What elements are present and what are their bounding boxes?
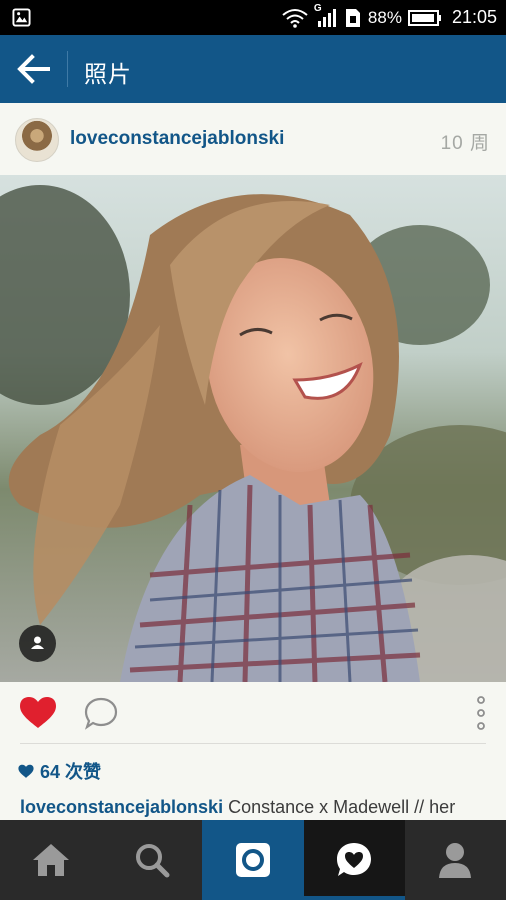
signal-icon: G	[314, 3, 338, 29]
post-header: loveconstancejablonski 10 周	[0, 103, 506, 175]
header-divider	[67, 51, 68, 87]
page-title: 照片	[84, 61, 132, 87]
app-header: 照片	[0, 35, 506, 103]
search-icon	[135, 844, 170, 878]
caption-username[interactable]: loveconstancejablonski	[20, 797, 223, 817]
sim-icon	[345, 8, 360, 27]
post-actions	[0, 682, 506, 744]
likes-label: 64 次赞	[40, 762, 102, 782]
clock: 21:05	[451, 7, 497, 27]
like-heart-icon[interactable]	[19, 696, 57, 730]
wifi-icon	[282, 8, 308, 28]
caption-text: Constance x Madewell // her	[223, 797, 456, 817]
activity-icon	[337, 843, 372, 876]
avatar[interactable]	[15, 118, 59, 162]
tagged-people-button[interactable]	[19, 625, 56, 662]
bottom-nav	[0, 820, 506, 900]
nav-profile[interactable]	[405, 820, 506, 900]
comment-bubble-icon[interactable]	[83, 696, 119, 730]
nav-search[interactable]	[101, 820, 202, 900]
battery-percent: 88%	[367, 7, 402, 27]
app-screen: G 88% 21:05 照片 loveconstancejablonski 10…	[0, 0, 506, 900]
battery-icon	[407, 9, 441, 26]
nav-camera[interactable]	[202, 820, 304, 900]
home-icon	[32, 844, 69, 876]
more-options-icon[interactable]	[470, 694, 492, 732]
likes-count[interactable]: 64 次赞	[18, 758, 101, 784]
nav-home[interactable]	[0, 820, 101, 900]
small-heart-icon	[18, 764, 34, 778]
post-time: 10 周	[440, 133, 490, 154]
camera-icon	[235, 843, 270, 877]
post-username[interactable]: loveconstancejablonski	[70, 128, 284, 150]
gallery-notification-icon	[12, 8, 31, 27]
person-icon	[31, 636, 44, 649]
nav-activity[interactable]	[303, 820, 405, 900]
back-arrow-icon[interactable]	[16, 53, 50, 85]
status-bar: G 88% 21:05	[0, 0, 506, 35]
actions-divider	[20, 743, 486, 744]
post-caption: loveconstancejablonski Constance x Madew…	[20, 797, 506, 818]
status-indicators: G 88% 21:05	[282, 0, 497, 35]
post-photo[interactable]	[0, 175, 506, 682]
photo-illustration	[0, 185, 506, 682]
profile-icon	[439, 843, 472, 878]
